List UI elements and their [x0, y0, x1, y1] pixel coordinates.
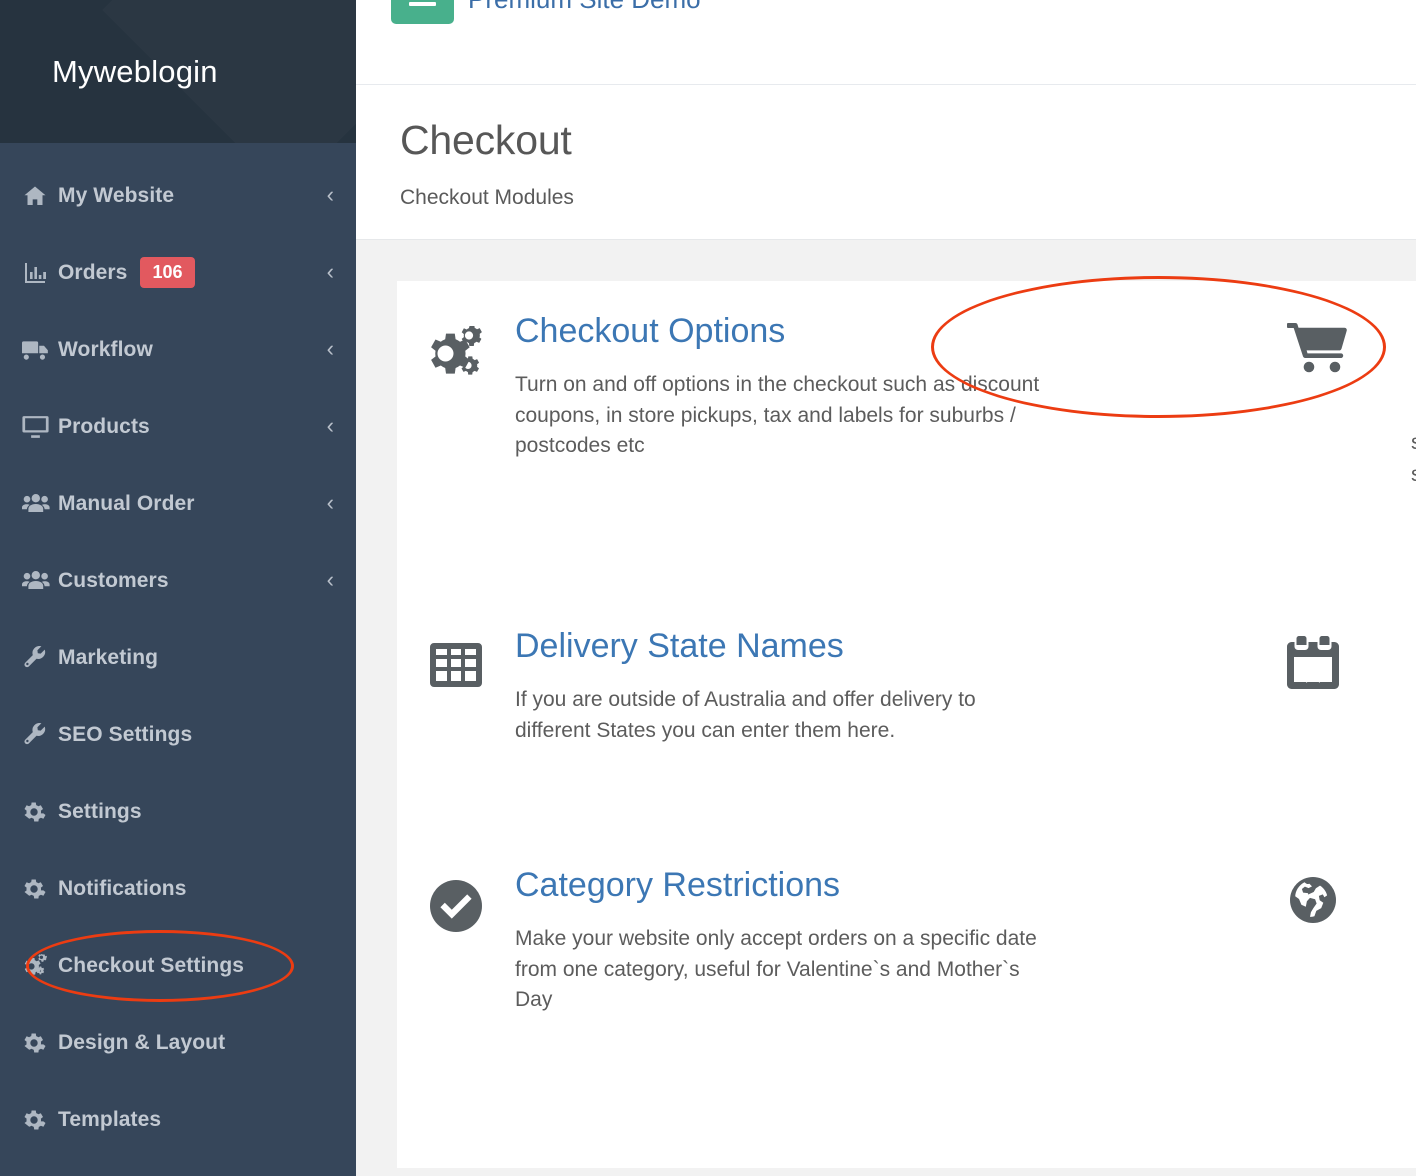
chevron-left-icon[interactable]: ‹	[327, 260, 334, 283]
module-body: Checkout Options Turn on and off options…	[515, 312, 1055, 462]
module-row: Delivery State Names If you are outside …	[397, 627, 1416, 746]
page-subtitle: Checkout Modules	[400, 186, 574, 209]
users-icon	[22, 493, 58, 515]
sidebar-item-orders[interactable]: Orders 106 ‹	[0, 234, 356, 311]
brand-title: Myweblogin	[52, 53, 218, 89]
sidebar-item-marketing[interactable]: Marketing	[0, 619, 356, 696]
sidebar-item-label: Marketing	[58, 645, 159, 669]
modules-card: Checkout Options Turn on and off options…	[397, 281, 1416, 1168]
chevron-left-icon[interactable]: ‹	[327, 568, 334, 591]
module-body: Delivery State Names If you are outside …	[515, 627, 1055, 746]
sidebar-item-manual-order[interactable]: Manual Order ‹	[0, 465, 356, 542]
monitor-icon	[22, 415, 58, 439]
sidebar-item-settings[interactable]: Settings	[0, 773, 356, 850]
sidebar-item-label: Settings	[58, 799, 142, 823]
sidebar-item-templates[interactable]: Templates	[0, 1081, 356, 1158]
site-name-link[interactable]: Premium Site Demo	[468, 0, 701, 15]
chevron-left-icon[interactable]: ‹	[327, 491, 334, 514]
sidebar-item-checkout-settings[interactable]: Checkout Settings	[0, 927, 356, 1004]
topbar: Premium Site Demo	[356, 0, 1416, 85]
globe-icon	[1290, 877, 1416, 923]
home-icon	[22, 184, 58, 208]
gear-icon	[22, 1108, 58, 1132]
module-description: Turn on and off options in the checkout …	[515, 373, 1040, 458]
sidebar-item-label: Templates	[58, 1107, 162, 1131]
sidebar-item-label: Notifications	[58, 876, 187, 900]
chevron-left-icon[interactable]: ‹	[327, 183, 334, 206]
chevron-left-icon[interactable]: ‹	[327, 337, 334, 360]
sidebar-item-label: Customers	[58, 568, 169, 592]
table-grid-icon	[397, 628, 515, 689]
sidebar-item-my-website[interactable]: My Website ‹	[0, 157, 356, 234]
sidebar-item-label: Checkout Settings	[58, 953, 245, 977]
module-title-category-restrictions[interactable]: Category Restrictions	[515, 866, 840, 904]
check-circle-icon	[397, 867, 515, 932]
users-icon	[22, 570, 58, 592]
sidebar-item-label: SEO Settings	[58, 722, 193, 746]
main-content: Premium Site Demo Checkout Checkout Modu…	[356, 0, 1416, 1176]
cogs-icon	[22, 953, 58, 978]
sidebar: Myweblogin My Website ‹ Orders 106 ‹ Wor…	[0, 0, 356, 1176]
orders-count-badge: 106	[140, 257, 195, 288]
module-edge-text: s	[1411, 463, 1416, 487]
hamburger-icon[interactable]	[391, 0, 454, 24]
admin-dashboard: Myweblogin My Website ‹ Orders 106 ‹ Wor…	[0, 0, 1416, 1176]
sidebar-item-label: Manual Order	[58, 491, 195, 515]
module-body: Category Restrictions Make your website …	[515, 866, 1055, 1016]
sidebar-item-label: Design & Layout	[58, 1030, 226, 1054]
wrench-icon	[22, 645, 58, 670]
module-title-delivery-state-names[interactable]: Delivery State Names	[515, 627, 844, 665]
cogs-icon	[397, 313, 515, 384]
gear-icon	[22, 877, 58, 901]
module-row: Category Restrictions Make your website …	[397, 866, 1416, 1016]
module-row: Checkout Options Turn on and off options…	[397, 312, 1416, 486]
chevron-left-icon[interactable]: ‹	[327, 414, 334, 437]
shopping-cart-icon	[1287, 321, 1416, 375]
sidebar-item-seo-settings[interactable]: SEO Settings	[0, 696, 356, 773]
hamburger-bars	[409, 0, 436, 6]
sidebar-item-label: My Website	[58, 183, 175, 207]
sidebar-nav-list: My Website ‹ Orders 106 ‹ Workflow ‹ Pro…	[0, 143, 356, 1158]
sidebar-item-label: Workflow	[58, 337, 153, 361]
chart-icon	[22, 261, 58, 285]
module-edge-text: s	[1411, 431, 1416, 455]
gear-icon	[22, 800, 58, 824]
page-title: Checkout	[400, 117, 572, 163]
page-header: Checkout Checkout Modules	[356, 85, 1416, 240]
wrench-icon	[22, 722, 58, 747]
sidebar-item-workflow[interactable]: Workflow ‹	[0, 311, 356, 388]
calendar-times-icon	[1287, 636, 1416, 690]
sidebar-brand[interactable]: Myweblogin	[0, 0, 356, 143]
module-title-checkout-options[interactable]: Checkout Options	[515, 312, 785, 350]
sidebar-item-label: Products	[58, 414, 150, 438]
module-description: Make your website only accept orders on …	[515, 927, 1037, 1012]
sidebar-item-products[interactable]: Products ‹	[0, 388, 356, 465]
sidebar-item-notifications[interactable]: Notifications	[0, 850, 356, 927]
sidebar-item-customers[interactable]: Customers ‹	[0, 542, 356, 619]
sidebar-item-design-layout[interactable]: Design & Layout	[0, 1004, 356, 1081]
truck-icon	[22, 338, 58, 362]
gear-icon	[22, 1031, 58, 1055]
sidebar-item-label: Orders	[58, 260, 128, 284]
module-description: If you are outside of Australia and offe…	[515, 688, 976, 742]
